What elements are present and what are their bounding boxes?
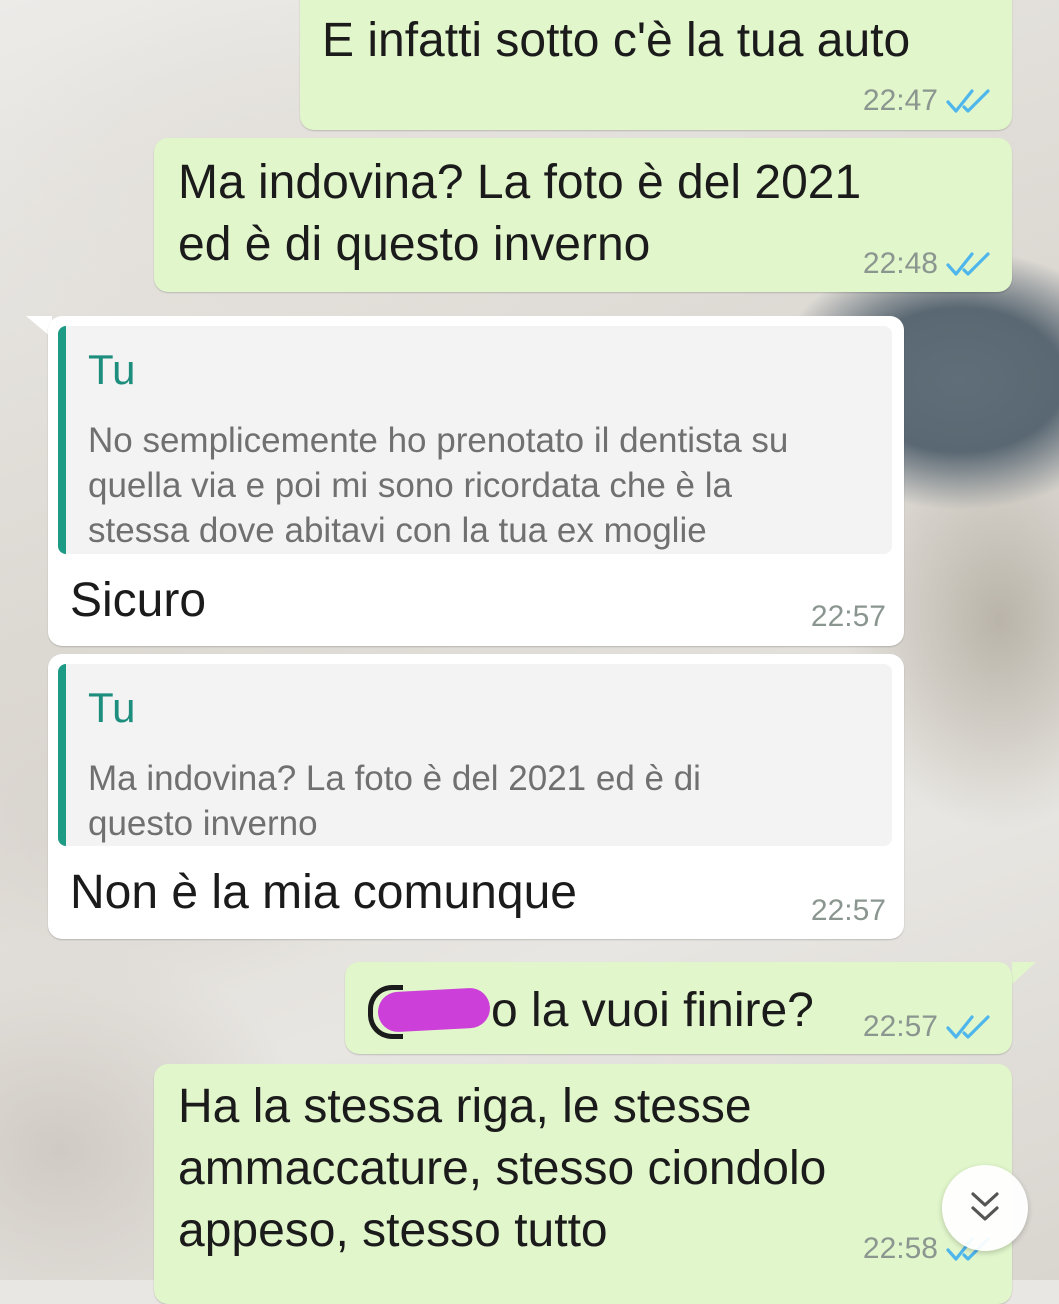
message-time: 22:58 (862, 1232, 938, 1265)
message-time: 22:48 (862, 247, 938, 280)
message-time: 22:47 (862, 84, 938, 117)
message-text: Non è la mia comunque (70, 866, 577, 919)
message-meta: 22:57 (811, 600, 886, 634)
quoted-message[interactable]: Tu Ma indovina? La foto è del 2021 ed è … (58, 664, 892, 846)
message-text: o la vuoi finire? (491, 984, 814, 1037)
message-bubble-incoming[interactable]: Tu No semplicemente ho prenotato il dent… (48, 316, 904, 646)
quoted-author: Tu (88, 684, 136, 731)
quote-accent-bar (58, 664, 66, 846)
message-text: Ha la stessa riga, le stesse ammaccature… (178, 1080, 827, 1257)
quoted-text: Ma indovina? La foto è del 2021 ed è di … (88, 759, 701, 843)
bubble-tail (1012, 962, 1036, 984)
quoted-text: No semplicemente ho prenotato il dentist… (88, 421, 789, 550)
message-meta: 22:48 (863, 247, 992, 281)
message-time: 22:57 (810, 894, 886, 927)
message-bubble-outgoing[interactable]: Ma indovina? La foto è del 2021 ed è di … (154, 138, 1012, 292)
double-check-read-icon (946, 1015, 990, 1039)
message-text: Ma indovina? La foto è del 2021 ed è di … (178, 156, 862, 271)
quoted-message[interactable]: Tu No semplicemente ho prenotato il dent… (58, 326, 892, 554)
message-bubble-outgoing[interactable]: Ha la stessa riga, le stesse ammaccature… (154, 1064, 1012, 1304)
message-time: 22:57 (862, 1010, 938, 1043)
message-bubble-outgoing[interactable]: E infatti sotto c'è la tua auto 22:47 (300, 0, 1012, 130)
redaction-scribble (377, 987, 491, 1033)
message-meta: 22:57 (863, 1010, 992, 1044)
scroll-to-bottom-button[interactable] (942, 1165, 1028, 1251)
double-check-read-icon (946, 252, 990, 276)
message-text: E infatti sotto c'è la tua auto (322, 14, 911, 67)
message-bubble-incoming[interactable]: Tu Ma indovina? La foto è del 2021 ed è … (48, 654, 904, 939)
quote-accent-bar (58, 326, 66, 554)
message-time: 22:57 (810, 600, 886, 633)
message-text: Sicuro (70, 574, 207, 627)
double-chevron-down-icon (971, 1192, 999, 1221)
double-check-read-icon (946, 89, 990, 113)
message-meta: 22:47 (863, 84, 992, 118)
quoted-author: Tu (88, 346, 136, 393)
message-meta: 22:57 (811, 894, 886, 928)
